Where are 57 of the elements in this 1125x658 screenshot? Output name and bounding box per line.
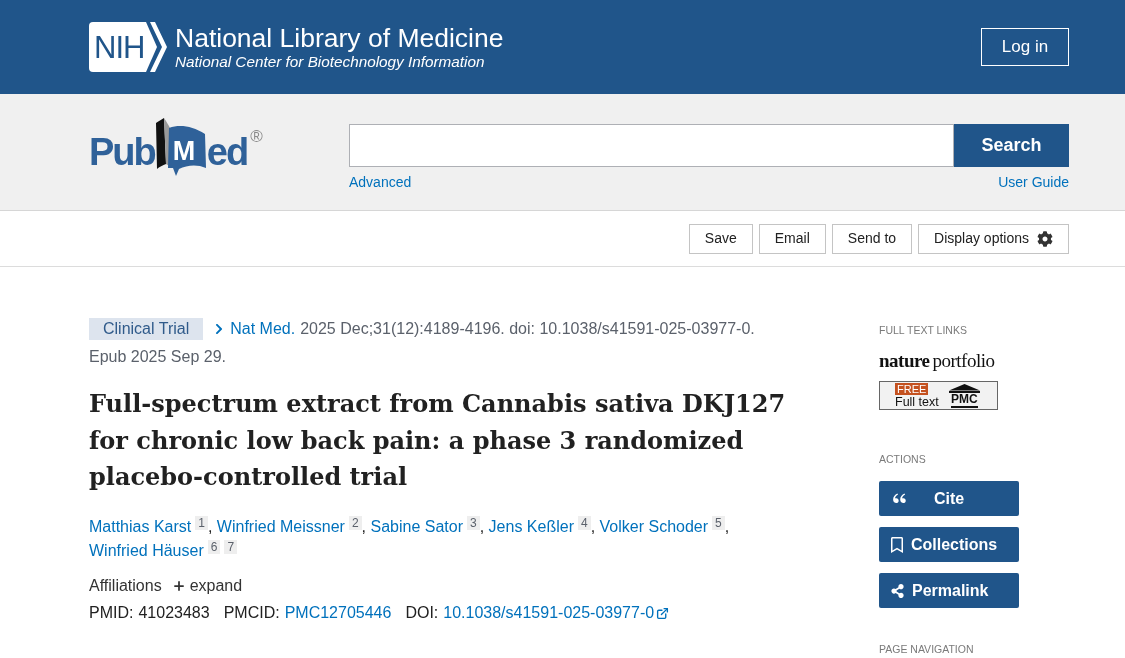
affiliation-number[interactable]: 5 — [712, 515, 725, 530]
epub-date: Epub 2025 Sep 29. — [89, 347, 226, 367]
section-heading: ACTIONS — [879, 452, 926, 467]
bookmark-icon — [891, 536, 903, 553]
affiliation-number[interactable]: 7 — [224, 539, 238, 554]
external-link-icon — [656, 606, 670, 620]
author-separator: , — [479, 517, 485, 535]
advanced-search-link[interactable]: Advanced — [349, 172, 412, 192]
permalink-button[interactable]: Permalink — [879, 573, 1019, 608]
journal-link[interactable]: Nat Med. — [230, 317, 296, 341]
id-link[interactable]: 10.1038/s41591-025-03977-0 — [443, 601, 655, 625]
id-label: PMCID: — [223, 603, 280, 623]
author-separator: , — [590, 517, 596, 535]
site-title: National Library of Medicine — [175, 23, 504, 53]
roof-icon — [948, 383, 980, 393]
cite-button[interactable]: Cite — [879, 481, 1019, 516]
settings-icon — [1037, 230, 1053, 247]
publication-type-tag: Clinical Trial — [89, 318, 204, 340]
display-options-button[interactable]: Display options — [918, 223, 1069, 254]
share-icon — [891, 583, 904, 598]
chevron-icon — [214, 323, 225, 335]
author-separator: , — [724, 517, 730, 535]
author-separator: , — [207, 517, 213, 535]
id-link[interactable]: PMC12705446 — [284, 601, 392, 625]
affiliations-label: Affiliations — [89, 576, 162, 596]
pmc-full-text-link[interactable]: FREE Full text PMC — [879, 381, 998, 410]
toolbar-button[interactable]: Send to — [831, 223, 913, 254]
id-label: PMID: — [89, 603, 134, 623]
toolbar-button[interactable]: Save — [688, 223, 753, 254]
affiliation-number[interactable]: 2 — [348, 515, 362, 530]
affiliation-number[interactable]: 6 — [207, 539, 221, 554]
section-heading: PAGE NAVIGATION — [879, 643, 974, 656]
author-link[interactable]: Jens Keßler — [488, 517, 574, 535]
author-link[interactable]: Sabine Sator — [370, 517, 463, 535]
author-link[interactable]: Volker Schoder — [599, 517, 709, 535]
id-label: DOI: — [405, 603, 439, 623]
author-separator: , — [361, 517, 367, 535]
author-link[interactable]: Winfried Häuser — [89, 541, 204, 559]
login-button[interactable]: Log in — [981, 28, 1069, 66]
pubmed-logo[interactable]: Pub M ed® — [89, 118, 263, 176]
citation-text: 2025 Dec;31(12):4189-4196. doi: 10.1038/s41591-025-03977-0. — [300, 319, 755, 339]
article-title: Full-spectrum extract from Cannabis sativa DKJ127 for chronic low back pain: a phase 3 randomized placebo-controlled trial — [89, 388, 787, 493]
author-link[interactable]: Winfried Meissner — [216, 517, 345, 535]
expand-button[interactable]: expand — [171, 574, 243, 598]
section-heading: FULL TEXT LINKS — [879, 323, 967, 338]
author-link[interactable]: Matthias Karst — [89, 517, 192, 535]
search-button[interactable]: Search — [954, 124, 1069, 167]
site-subtitle: National Center for Biotechnology Information — [175, 52, 486, 71]
collections-button[interactable]: Collections — [879, 527, 1019, 562]
toolbar-button[interactable]: Email — [758, 223, 826, 254]
id-value: 41023483 — [138, 603, 210, 623]
user-guide-link[interactable]: User Guide — [998, 172, 1069, 192]
search-field[interactable] — [349, 124, 954, 167]
affiliation-number[interactable]: 3 — [467, 515, 480, 530]
publisher-logo[interactable]: natureportfolio — [879, 349, 995, 373]
affiliation-number[interactable]: 1 — [195, 515, 208, 530]
affiliation-number[interactable]: 4 — [577, 515, 591, 530]
